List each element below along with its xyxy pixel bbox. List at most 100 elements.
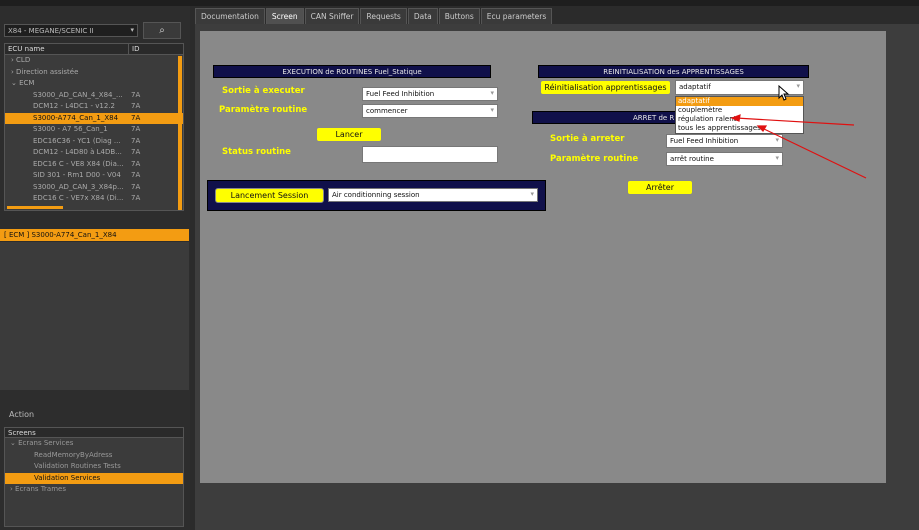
- ecu-tree-row-label: S3000 - A7 56_Can_1: [33, 125, 108, 133]
- screens-tree-row[interactable]: Validation Services: [5, 472, 183, 484]
- sortie-select[interactable]: Fuel Feed Inhibition ▾: [362, 87, 498, 101]
- scan-button[interactable]: ⌕: [143, 22, 181, 39]
- expanded-arrow-icon[interactable]: ⌄: [11, 79, 19, 87]
- ecu-tree-header: ECU name ID: [5, 44, 183, 55]
- ecu-tree-row[interactable]: S3000_AD_CAN_3_X84p... 7A: [5, 182, 183, 194]
- screens-rows: ⌄ Ecrans Services ReadMemoryByAdress Valid…: [5, 438, 183, 496]
- ecu-tree-row-id: 7A: [131, 102, 141, 110]
- screens-tree-row-label: Validation Routines Tests: [34, 462, 121, 470]
- ecu-rows: › CLD › Direction assistée ⌄ ECM S3000_AD_C…: [5, 55, 183, 205]
- ecu-tree-row-label: EDC16C36 - YC1 (Diag ...: [33, 136, 121, 145]
- ecu-tree-row-id: 7A: [131, 182, 141, 191]
- lancer-button[interactable]: Lancer: [316, 127, 382, 142]
- ecu-tree-row-label: ECM: [19, 79, 35, 87]
- param-label: Paramètre routine: [219, 105, 308, 115]
- arret-param-select-value: arrêt routine: [670, 155, 714, 163]
- ecu-id-column-header[interactable]: ID: [129, 44, 142, 54]
- tab-screen[interactable]: Screen: [265, 8, 304, 24]
- ecu-tree-row[interactable]: S3000 - A7 56_Can_1 7A: [5, 124, 183, 136]
- screens-tree-row[interactable]: Validation Routines Tests: [5, 461, 183, 473]
- annotation-arrowhead: [730, 114, 741, 122]
- annotation-arrow-line: [735, 117, 855, 126]
- ecu-tree-row-id: [131, 78, 151, 90]
- status-field[interactable]: [362, 146, 498, 163]
- reinit-button[interactable]: Réinitialisation apprentissages: [540, 80, 671, 95]
- ecu-tree-row-id: [131, 67, 151, 79]
- chevron-down-icon: ▾: [796, 82, 800, 90]
- ecu-tree-row[interactable]: › Direction assistée: [5, 67, 183, 79]
- status-label: Status routine: [222, 147, 291, 157]
- ecu-tree-row-label: EDC16 C - VE8 X84 (Dia...: [33, 159, 124, 168]
- tab-documentation[interactable]: Documentation: [195, 8, 265, 24]
- ecu-tree-row-label: DCM12 - L4DC1 - v12.2: [33, 102, 115, 110]
- chevron-down-icon: ▾: [530, 190, 534, 198]
- ecu-tree-row[interactable]: S3000_AD_CAN_4_X84_... 7A: [5, 90, 183, 102]
- screens-tree-row[interactable]: › Ecrans Trames: [5, 484, 183, 496]
- ecu-tree-row[interactable]: S3000-A774_Can_1_X84 7A: [5, 112, 183, 124]
- ecu-tree-row-id: 7A: [131, 90, 141, 99]
- ecu-tree-row-label: EDC16 C - VE7x X84 (Di...: [33, 194, 124, 202]
- session-select-value: Air conditionning session: [332, 191, 420, 199]
- ecu-tree-row-id: 7A: [131, 194, 141, 202]
- action-label: Action: [9, 410, 35, 419]
- lancement-session-button[interactable]: Lancement Session: [215, 188, 324, 203]
- ecu-tree-row[interactable]: DCM12 - L4DC1 - v12.2 7A: [5, 101, 183, 113]
- ecu-tree-row-label: Direction assistée: [16, 67, 79, 76]
- screens-tree-row-label: ReadMemoryByAdress: [34, 450, 113, 459]
- ecu-tree: ECU name ID › CLD › Direction assistée ⌄ E…: [4, 43, 184, 211]
- ecu-tree-row-id: 7A: [131, 113, 141, 122]
- scan-icon: ⌕: [159, 25, 165, 36]
- mouse-cursor-icon: [778, 85, 790, 101]
- ecu-tree-row[interactable]: › CLD: [5, 55, 183, 67]
- vehicle-select-value: X84 - MEGANE/SCENIC II: [8, 27, 94, 35]
- ecu-tree-row-label: SID 301 - Rm1 D00 - V04: [33, 171, 121, 179]
- ecu-tree-row-label: CLD: [16, 56, 31, 64]
- tab-buttons[interactable]: Buttons: [438, 8, 480, 24]
- annotation-arrowhead: [756, 125, 768, 132]
- reinit-header: REINITIALISATION des APPRENTISSAGES: [538, 65, 809, 78]
- expanded-arrow-icon[interactable]: ⌄: [10, 439, 18, 447]
- tab-can-sniffer[interactable]: CAN Sniffer: [304, 8, 360, 24]
- chevron-down-icon: ▾: [490, 89, 494, 97]
- screens-tree-row-label: Ecrans Trames: [15, 485, 66, 493]
- arret-sortie-label: Sortie à arreter: [550, 134, 625, 144]
- ecu-tree-row-id: 7A: [131, 125, 141, 133]
- annotation-arrow-line: [761, 127, 867, 179]
- tab-ecu-parameters[interactable]: Ecu parameters: [480, 8, 553, 24]
- screens-tree-row-label: Validation Services: [34, 473, 101, 482]
- ecu-tree-row-id: 7A: [131, 159, 141, 168]
- ecu-tree-row[interactable]: DCM12 - L4D80 à L4DB... 7A: [5, 147, 183, 159]
- ecu-tree-row-label: S3000-A774_Can_1_X84: [33, 113, 119, 122]
- session-select[interactable]: Air conditionning session ▾: [328, 188, 538, 202]
- tab-data[interactable]: Data: [407, 8, 438, 24]
- param-select-value: commencer: [366, 107, 408, 115]
- reinit-select-value: adaptatif: [679, 83, 711, 91]
- vehicle-select[interactable]: X84 - MEGANE/SCENIC II ▾: [4, 24, 138, 37]
- ecu-tree-row[interactable]: EDC16 C - VE8 X84 (Dia... 7A: [5, 159, 183, 171]
- ecu-tree-row-label: DCM12 - L4D80 à L4DB...: [33, 148, 122, 156]
- sortie-label: Sortie à executer: [222, 86, 305, 96]
- ecu-tree-row[interactable]: SID 301 - Rm1 D00 - V04 7A: [5, 170, 183, 182]
- ecu-tree-row-label: S3000_AD_CAN_3_X84p...: [33, 182, 124, 191]
- screens-tree-row[interactable]: ReadMemoryByAdress: [5, 450, 183, 462]
- selected-ecu-bar[interactable]: [ ECM ] S3000-A774_Can_1_X84: [0, 229, 189, 241]
- param-select[interactable]: commencer ▾: [362, 104, 498, 118]
- ecu-tree-row[interactable]: EDC16 C - VE7x X84 (Di... 7A: [5, 193, 183, 205]
- chevron-down-icon: ▾: [130, 26, 134, 34]
- ecu-tree-row[interactable]: ⌄ ECM: [5, 78, 183, 90]
- ecu-tree-horizontal-scrollbar[interactable]: [7, 206, 63, 209]
- screens-tree-header: Screens: [5, 428, 183, 438]
- arreter-button[interactable]: Arrêter: [627, 180, 693, 195]
- ecu-tree-row-id: 7A: [131, 171, 141, 179]
- ecu-tree-vertical-scrollbar[interactable]: [178, 56, 182, 210]
- tab-requests[interactable]: Requests: [360, 8, 407, 24]
- tab-bar: Documentation Screen CAN Sniffer Requests Da…: [195, 8, 553, 24]
- arret-param-label: Paramètre routine: [550, 154, 639, 164]
- ecu-tree-row[interactable]: EDC16C36 - YC1 (Diag ... 7A: [5, 136, 183, 148]
- ecu-tree-row-id: [131, 55, 151, 67]
- ecu-name-column-header[interactable]: ECU name: [5, 44, 129, 54]
- ecu-tree-row-id: 7A: [131, 136, 141, 145]
- chevron-down-icon: ▾: [490, 106, 494, 114]
- annotation-arrows: [730, 114, 867, 179]
- screens-tree-row[interactable]: ⌄ Ecrans Services: [5, 438, 183, 450]
